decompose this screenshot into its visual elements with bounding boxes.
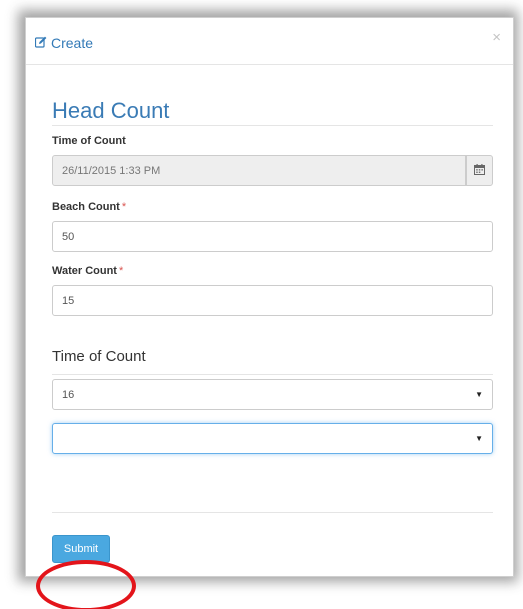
water-count-value: 15 — [62, 294, 75, 307]
beach-count-input[interactable]: 50 — [52, 221, 493, 252]
modal-title: Create — [34, 35, 94, 51]
water-count-label-text: Water Count — [52, 265, 117, 277]
form-section-title: Head Count — [52, 98, 170, 123]
edit-icon — [34, 35, 51, 51]
select-one-value: 16 — [62, 388, 75, 401]
screenshot-stage: Create × Head Count Time of Count 26/11/… — [0, 0, 523, 609]
modal-title-text: Create — [51, 35, 94, 51]
time-of-count-label: Time of Count — [52, 135, 126, 147]
modal-header: Create × — [26, 18, 513, 65]
required-marker: * — [118, 265, 124, 277]
calendar-button[interactable] — [466, 155, 493, 186]
select-dropdown-one[interactable]: 16 ▼ — [52, 379, 493, 410]
beach-count-value: 50 — [62, 230, 75, 243]
water-count-input[interactable]: 15 — [52, 285, 493, 316]
chevron-down-icon: ▼ — [475, 390, 483, 399]
calendar-icon — [474, 162, 485, 180]
footer-divider — [52, 512, 493, 513]
chevron-down-icon: ▼ — [475, 434, 483, 443]
section-divider — [52, 125, 493, 126]
beach-count-label-text: Beach Count — [52, 201, 120, 213]
create-modal: Create × Head Count Time of Count 26/11/… — [25, 17, 514, 577]
submit-button[interactable]: Submit — [52, 535, 110, 563]
required-marker: * — [121, 201, 127, 213]
beach-count-label: Beach Count * — [52, 201, 126, 213]
time-of-count-field: 26/11/2015 1:33 PM — [52, 155, 466, 186]
subsection-divider — [52, 374, 493, 375]
time-of-count-value: 26/11/2015 1:33 PM — [62, 164, 161, 177]
select-dropdown-two[interactable]: ▼ — [52, 423, 493, 454]
water-count-label: Water Count * — [52, 265, 123, 277]
red-highlight-circle — [36, 560, 136, 609]
close-button[interactable]: × — [492, 30, 501, 45]
subsection-title: Time of Count — [52, 348, 146, 365]
